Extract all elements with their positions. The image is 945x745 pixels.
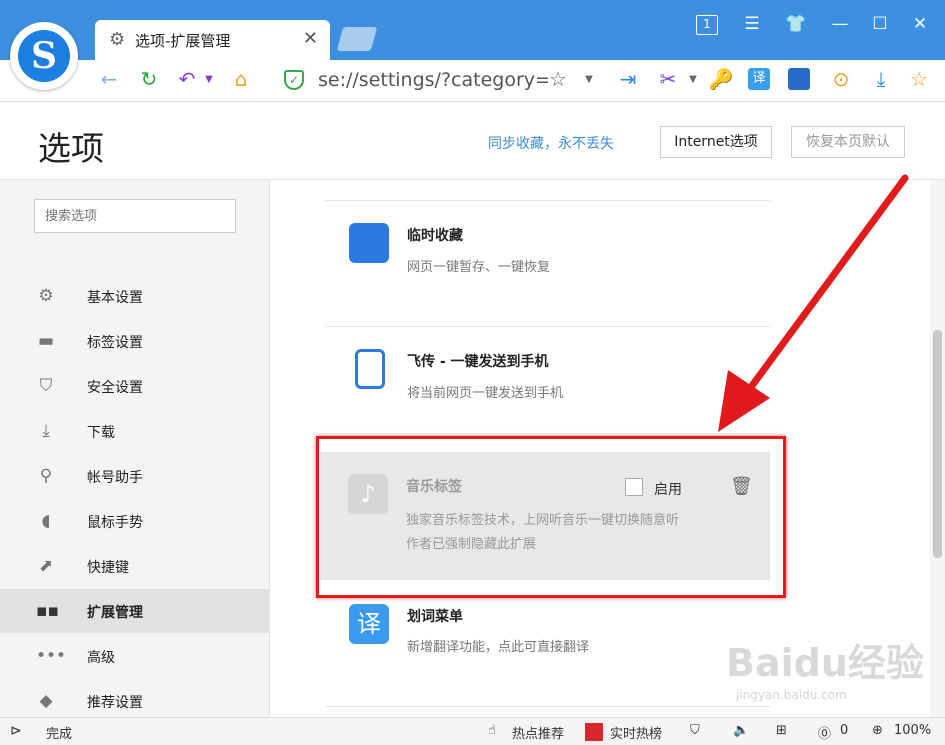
- close-tab-icon[interactable]: ✕: [303, 28, 318, 49]
- translate-icon[interactable]: 译: [748, 68, 770, 90]
- extension-name: 临时收藏: [407, 228, 463, 244]
- sidebar-item-account[interactable]: ⚲ 帐号助手: [0, 454, 269, 498]
- scrollbar-thumb[interactable]: [933, 330, 942, 558]
- tab-count-icon[interactable]: 1: [696, 15, 718, 35]
- hot-icon[interactable]: ☝: [488, 723, 496, 738]
- download-icon[interactable]: ⤓: [868, 67, 894, 91]
- red-arrow-annotation: [718, 174, 909, 432]
- extension-name: 飞传 - 一键发送到手机: [407, 354, 549, 370]
- search-input[interactable]: [34, 199, 236, 233]
- home-icon[interactable]: ⌂: [228, 67, 254, 91]
- sidebar-item-mouse[interactable]: ◖ 鼠标手势: [0, 499, 269, 543]
- temp-favorite-icon: [349, 223, 389, 263]
- new-tab-button[interactable]: [336, 27, 378, 51]
- restore-default-button[interactable]: 恢复本页默认: [791, 126, 905, 158]
- zoom-icon[interactable]: ⊕: [872, 723, 883, 738]
- menu-icon[interactable]: ☰: [740, 14, 764, 34]
- gear-icon: ⚙: [109, 29, 126, 50]
- sogou-logo-icon: S: [18, 30, 70, 82]
- active-tab[interactable]: ⚙ 选项-扩展管理 ✕: [95, 20, 330, 60]
- sidebar-item-shortcuts[interactable]: ⬈ 快捷键: [0, 544, 269, 588]
- address-text[interactable]: se://settings/?category=e: [318, 69, 548, 91]
- sidebar-item-download[interactable]: ⤓ 下载: [0, 409, 269, 453]
- sidebar: ⚙基本设置 ▬标签设置 ⛉安全设置 ⤓下载 ⚲帐号助手 ◖鼠标手势 ⬈快捷键 ▪…: [0, 180, 270, 717]
- mouse-icon: ◖: [41, 511, 51, 531]
- back-icon[interactable]: ←: [96, 67, 122, 91]
- adblock-icon[interactable]: ⓪: [818, 723, 831, 742]
- realtime-link[interactable]: 实时热榜: [610, 723, 662, 742]
- shield-icon: ⛉: [39, 376, 53, 396]
- status-text: 完成: [46, 727, 73, 742]
- diamond-icon: ◆: [39, 691, 53, 711]
- arrow-icon: ⬈: [38, 556, 54, 576]
- sidebar-item-security[interactable]: ⛉ 安全设置: [0, 364, 269, 408]
- extension-desc: 新增翻译功能，点此可直接翻译: [407, 640, 590, 655]
- ad-count: 0: [840, 723, 849, 738]
- tab-icon: ▬: [37, 331, 55, 351]
- maximize-icon[interactable]: ☐: [868, 14, 892, 34]
- zoom-level[interactable]: 100%: [894, 723, 931, 738]
- key-icon: ⚲: [39, 466, 53, 486]
- tab-title: 选项-扩展管理: [135, 32, 231, 50]
- sidebar-toggle-icon[interactable]: ⊳: [10, 723, 22, 739]
- key-icon[interactable]: 🔑: [708, 67, 734, 91]
- sidebar-item-advanced[interactable]: ••• 高级: [0, 634, 269, 678]
- sidebar-item-basic[interactable]: ⚙ 基本设置: [0, 274, 269, 318]
- watermark-url: jingyan.baidu.com: [736, 688, 847, 702]
- extension-divider: [325, 706, 770, 717]
- extension-desc: 网页一键暂存、一键恢复: [407, 260, 551, 275]
- extension-item: 译 划词菜单 新增翻译功能，点此可直接翻译: [325, 580, 770, 706]
- minimize-icon[interactable]: —: [828, 14, 852, 34]
- dots-icon: •••: [36, 646, 67, 666]
- security-shield-icon: ✓: [284, 70, 304, 90]
- extension-desc: 将当前网页一键发送到手机: [407, 386, 564, 401]
- highlight-box: [316, 436, 786, 598]
- send-to-phone-icon: [355, 349, 385, 389]
- favorite-star-icon[interactable]: ☆: [545, 67, 571, 91]
- extension-name: 划词菜单: [407, 609, 463, 625]
- page-title: 选项: [38, 129, 104, 168]
- address-dropdown-icon[interactable]: ▼: [576, 74, 602, 85]
- volume-icon[interactable]: 🔈: [733, 723, 749, 738]
- more-icon[interactable]: ⊙: [828, 67, 854, 91]
- star-icon[interactable]: ☆: [906, 67, 932, 91]
- gear-icon: ⚙: [38, 286, 54, 306]
- skin-icon[interactable]: 👕: [784, 14, 808, 34]
- watermark: Baidu经验: [726, 641, 924, 685]
- close-window-icon[interactable]: ✕: [908, 14, 932, 34]
- sync-link[interactable]: 同步收藏，永不丢失: [488, 133, 614, 153]
- toolbar: ← ↻ ↶ ▼ ⌂ ✓ se://settings/?category=e ☆ …: [0, 60, 945, 102]
- translate-icon: 译: [349, 604, 389, 644]
- send-to-phone-icon[interactable]: ⇥: [615, 67, 641, 91]
- status-bar: ⊳ 完成 ☝ 热点推荐 实时热榜 ⛉ 🔈 ⊞ ⓪ 0 ⊕ 100%: [0, 717, 945, 745]
- screenshot-dropdown-icon[interactable]: ▼: [680, 74, 706, 85]
- internet-options-button[interactable]: Internet选项: [660, 126, 772, 158]
- chart-icon[interactable]: [585, 723, 603, 741]
- sidebar-item-extensions[interactable]: ▪▪ 扩展管理: [0, 589, 269, 633]
- browser-logo[interactable]: S: [10, 22, 78, 90]
- grid-icon: ▪▪: [36, 601, 60, 621]
- download-icon: ⤓: [42, 421, 50, 441]
- address-bar[interactable]: ✓ se://settings/?category=e: [280, 66, 590, 96]
- shield-icon[interactable]: ⛉: [690, 723, 700, 738]
- refresh-icon[interactable]: ↻: [136, 67, 162, 91]
- sidebar-item-tabs[interactable]: ▬ 标签设置: [0, 319, 269, 363]
- hot-recommend-link[interactable]: 热点推荐: [512, 723, 564, 742]
- screenshot-icon[interactable]: ✂: [655, 67, 681, 91]
- cut-icon[interactable]: ⊞: [776, 723, 787, 738]
- undo-dropdown-icon[interactable]: ▼: [196, 74, 222, 85]
- settings-header: 选项 同步收藏，永不丢失 Internet选项 恢复本页默认: [0, 102, 945, 180]
- temp-favorite-icon[interactable]: [788, 68, 810, 90]
